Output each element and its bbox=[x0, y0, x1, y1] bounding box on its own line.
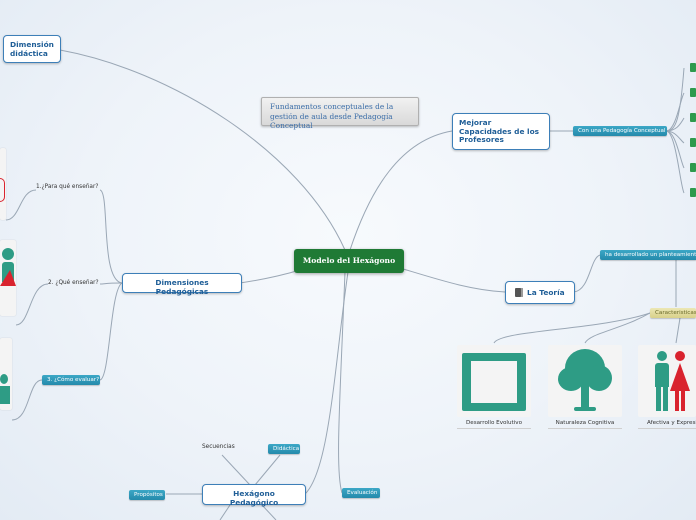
label-para-que-ensenar[interactable]: 1.¿Para qué enseñar? bbox=[36, 184, 98, 190]
tag-didactica[interactable]: Didáctica bbox=[268, 444, 300, 454]
topic-dimension-didactica[interactable]: Dimensión didáctica bbox=[3, 35, 61, 63]
central-topic-modelo-hexagono[interactable]: Modelo del Hexágono bbox=[294, 249, 404, 273]
link-center-dimensiones bbox=[239, 269, 301, 284]
image-card-naturaleza-cognitiva[interactable] bbox=[548, 345, 622, 417]
link-dimensiones-branches bbox=[99, 189, 123, 284]
caption-desarrollo-evolutivo: Desarrollo Evolutivo bbox=[457, 420, 531, 429]
topic-mejorar-capacidades-label: Mejorar Capacidades de los Profesores bbox=[459, 118, 540, 145]
tag-caracteristicas[interactable]: Caracteristicas bbox=[650, 308, 696, 318]
link-caracteristicas-images bbox=[493, 312, 651, 344]
side-image-1[interactable] bbox=[0, 148, 6, 220]
topic-dimensiones-label: Dimensiones Pedagógicas bbox=[155, 278, 209, 296]
floating-note[interactable]: Fundamentos conceptuales de la gestión d… bbox=[261, 97, 419, 130]
cutoff-subtopic-1[interactable] bbox=[690, 63, 696, 72]
side-image-2[interactable] bbox=[0, 240, 16, 316]
topic-mejorar-capacidades[interactable]: Mejorar Capacidades de los Profesores bbox=[452, 113, 550, 150]
topic-hexagono-label: Hexágono Pedagógico bbox=[229, 489, 279, 507]
cutoff-subtopic-5[interactable] bbox=[690, 163, 696, 172]
link-hexagono-branches bbox=[221, 454, 251, 486]
cutoff-subtopic-3[interactable] bbox=[690, 113, 696, 122]
monitor-icon bbox=[462, 353, 526, 411]
link-center-mejorar bbox=[349, 130, 453, 251]
caption-afectiva-expresiva: Afectiva y Expresiva bbox=[638, 420, 696, 429]
book-icon bbox=[515, 288, 523, 297]
side-image-3[interactable] bbox=[0, 338, 12, 410]
tag-propositos[interactable]: Propósitos bbox=[129, 490, 165, 500]
topic-hexagono-pedagogico[interactable]: Hexágono Pedagógico bbox=[202, 484, 306, 507]
tag-evaluacion[interactable]: Evaluación bbox=[342, 488, 380, 498]
image-card-afectiva-expresiva[interactable] bbox=[638, 345, 696, 417]
mind-map-canvas: Modelo del Hexágono Fundamentos conceptu… bbox=[0, 0, 696, 520]
people-icon bbox=[638, 345, 696, 417]
link-center-hexagono bbox=[304, 271, 349, 495]
central-topic-label: Modelo del Hexágono bbox=[302, 256, 396, 265]
label-que-ensenar[interactable]: 2. ¿Qué enseñar? bbox=[48, 280, 99, 286]
floating-note-text: Fundamentos conceptuales de la gestión d… bbox=[270, 102, 394, 131]
tag-como-evaluar[interactable]: 3. ¿Cómo evaluar? bbox=[42, 375, 100, 385]
person-icon bbox=[2, 248, 14, 260]
cutoff-subtopic-2[interactable] bbox=[690, 88, 696, 97]
link-teoria-planteamiento bbox=[573, 254, 601, 293]
tag-pedagogia-conceptual[interactable]: Con una Pedagogía Conceptual bbox=[573, 126, 667, 136]
topic-dimension-didactica-label: Dimensión didáctica bbox=[10, 40, 54, 58]
caption-naturaleza-cognitiva: Naturaleza Cognitiva bbox=[548, 420, 622, 429]
link-center-dimension-didactica bbox=[59, 49, 346, 251]
link-center-teoria bbox=[399, 267, 506, 293]
topic-la-teoria-label: La Teoría bbox=[527, 288, 565, 297]
tag-planteamiento[interactable]: ha desarrollado un planteamiento bbox=[600, 250, 696, 260]
cutoff-subtopic-6[interactable] bbox=[690, 188, 696, 197]
topic-dimensiones-pedagogicas[interactable]: Dimensiones Pedagógicas bbox=[122, 273, 242, 296]
image-card-desarrollo-evolutivo[interactable] bbox=[457, 345, 531, 417]
label-secuencias[interactable]: Secuencias bbox=[202, 444, 235, 450]
link-center-evaluacion bbox=[338, 271, 346, 494]
topic-la-teoria[interactable]: La Teoría bbox=[505, 281, 575, 304]
tree-icon bbox=[548, 345, 622, 417]
cutoff-subtopic-4[interactable] bbox=[690, 138, 696, 147]
